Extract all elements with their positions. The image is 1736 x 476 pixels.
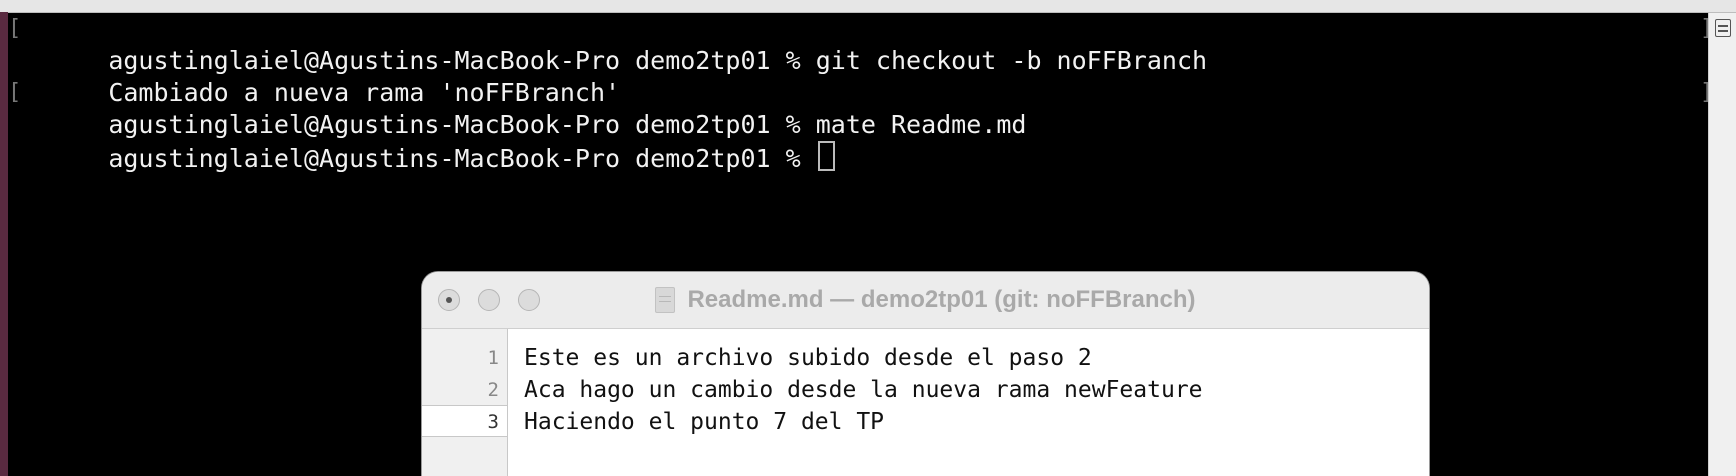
mark-bracket-left-icon: [ (8, 80, 22, 105)
desktop-screen: [ agustinglaiel@Agustins-MacBook-Pro demo… (0, 0, 1736, 476)
title-wrap: Readme.md — demo2tp01 (git: noFFBranch) (422, 272, 1429, 328)
terminal-line: [agustinglaiel@Agustins-MacBook-Pro demo… (8, 77, 1713, 139)
line-number-gutter: 1 2 3 (422, 329, 508, 476)
terminal-tab-strip (0, 0, 1736, 13)
code-line[interactable]: Haciendo el punto 7 del TP (524, 406, 884, 438)
editor-titlebar[interactable]: Readme.md — demo2tp01 (git: noFFBranch) (422, 272, 1429, 329)
line-number: 3 (487, 411, 499, 433)
current-line-number: 3 (422, 405, 507, 437)
editor-body[interactable]: 1 2 3 Este es un archivo subido desde el… (422, 329, 1429, 476)
mark-bracket-left-icon: [ (8, 16, 22, 41)
code-line[interactable]: Este es un archivo subido desde el paso … (524, 342, 1092, 374)
terminal-line: Cambiado a nueva rama 'noFFBranch' (8, 45, 1708, 107)
textmate-editor-window[interactable]: Readme.md — demo2tp01 (git: noFFBranch) … (422, 272, 1429, 476)
terminal-line-text: agustinglaiel@Agustins-MacBook-Pro demo2… (108, 144, 816, 173)
document-icon (655, 287, 676, 313)
line-number: 1 (487, 347, 499, 369)
code-line[interactable]: Aca hago un cambio desde la nueva rama n… (524, 374, 1203, 406)
terminal-scroll-rail[interactable] (1708, 13, 1736, 476)
line-number: 2 (487, 379, 499, 401)
window-title: Readme.md — demo2tp01 (git: noFFBranch) (687, 286, 1196, 313)
terminal-prompt-line[interactable]: agustinglaiel@Agustins-MacBook-Pro demo2… (8, 109, 1708, 173)
split-pane-icon[interactable] (1715, 19, 1731, 37)
text-cursor (817, 141, 835, 171)
terminal-line: [agustinglaiel@Agustins-MacBook-Pro demo… (8, 13, 1713, 75)
window-edge (0, 12, 8, 476)
